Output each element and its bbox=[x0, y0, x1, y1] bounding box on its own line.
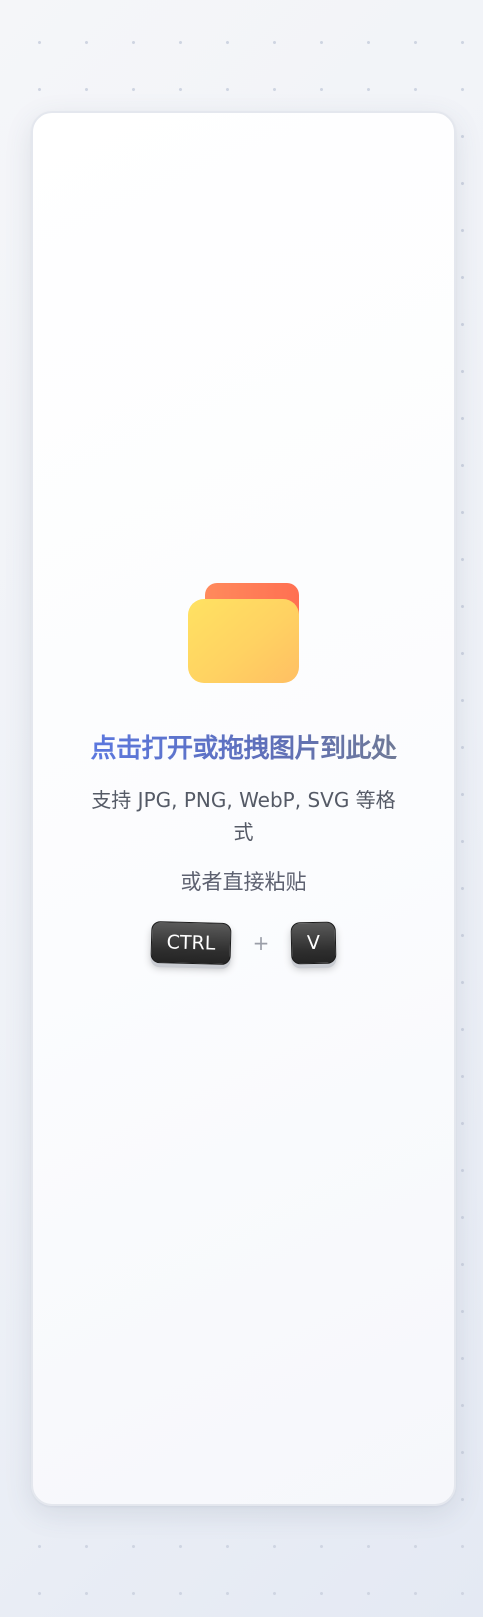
folder-icon-body bbox=[187, 599, 299, 683]
drop-zone-content: 点击打开或拖拽图片到此处 支持 JPG, PNG, WebP, SVG 等格式 … bbox=[33, 583, 454, 966]
paste-hint-text: 或者直接粘贴 bbox=[180, 870, 307, 894]
folder-icon bbox=[187, 583, 300, 683]
plus-separator: + bbox=[252, 931, 270, 955]
v-key: V bbox=[290, 921, 337, 965]
image-drop-zone[interactable]: 点击打开或拖拽图片到此处 支持 JPG, PNG, WebP, SVG 等格式 … bbox=[31, 111, 456, 1506]
ctrl-key: CTRL bbox=[150, 920, 232, 966]
supported-formats-text: 支持 JPG, PNG, WebP, SVG 等格式 bbox=[91, 788, 396, 844]
paste-shortcut: CTRL + V bbox=[150, 920, 337, 966]
drop-zone-title: 点击打开或拖拽图片到此处 bbox=[84, 733, 404, 766]
